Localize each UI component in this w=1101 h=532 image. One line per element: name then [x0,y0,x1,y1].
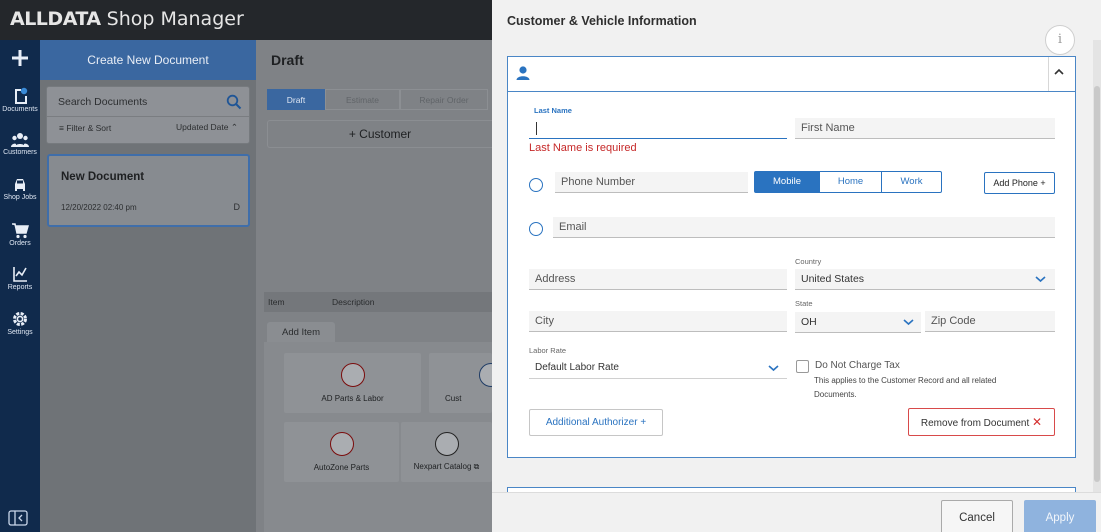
document-date: 12/20/2022 02:40 pm [61,203,137,212]
tax-note-line-2: Documents. [814,390,857,399]
tile-cust[interactable]: Cust [429,353,503,413]
page-title: Draft [271,52,304,68]
tab-repair-order[interactable]: Repair Order [400,89,488,110]
items-table-header: Item Description [264,292,492,312]
document-status: D [233,202,241,212]
labor-rate-label: Labor Rate [529,346,567,355]
reports-icon [13,267,27,282]
country-label: Country [795,257,822,266]
info-icon[interactable]: i [1045,25,1075,55]
phone-number-field[interactable]: Phone Number [555,172,748,193]
nav-item-reports[interactable]: Reports [0,266,40,291]
external-link-icon: ⧉ [473,462,480,471]
do-not-charge-tax-checkbox[interactable] [796,360,809,373]
tab-add-item[interactable]: Add Item [267,322,335,343]
plus-icon: + [1040,178,1046,188]
first-name-field[interactable]: First Name [795,118,1055,139]
state-label: State [795,299,813,308]
chevron-down-icon [1035,274,1046,286]
phone-type-home[interactable]: Home [820,171,882,193]
text-cursor [536,122,537,135]
customer-card [507,56,1076,458]
address-field[interactable]: Address [529,269,787,290]
autozone-logo [329,432,354,456]
phone-type-work[interactable]: Work [882,171,942,193]
add-item-tiles: AD Parts & Labor Cust AutoZone Parts Nex… [264,342,503,532]
tab-draft[interactable]: Draft [267,89,325,110]
do-not-charge-tax-label: Do Not Charge Tax [815,360,900,371]
tax-note-line-1: This applies to the Customer Record and … [814,376,997,385]
nav-item-customers[interactable]: Customers [0,132,40,156]
additional-authorizer-button[interactable]: Additional Authorizer + [529,409,663,436]
close-icon: ✕ [1032,415,1043,429]
tab-estimate[interactable]: Estimate [325,89,400,110]
ad-parts-logo [340,363,365,387]
collapse-sidebar-icon[interactable] [8,510,28,531]
primary-phone-radio[interactable] [529,178,543,192]
panel-title: Customer & Vehicle Information [507,14,697,28]
scrollbar[interactable] [1093,40,1101,492]
last-name-label: Last Name [534,106,572,115]
sort-updated-date[interactable]: Updated Date ⌃ [176,122,238,133]
document-title: New Document [61,171,145,183]
tile-ad-parts-labor[interactable]: AD Parts & Labor [284,353,421,413]
city-field[interactable]: City [529,311,787,332]
cancel-button[interactable]: Cancel [941,500,1013,532]
plus-icon[interactable] [0,48,40,68]
phone-type-mobile[interactable]: Mobile [754,171,820,193]
sort-icon: ⌃ [230,122,238,132]
nav-item-documents[interactable]: Documents [0,87,40,113]
cart-icon [12,223,29,239]
gear-icon [13,312,27,326]
customers-icon [11,133,29,147]
zip-code-field[interactable]: Zip Code [925,311,1055,332]
labor-rate-select[interactable]: Default Labor Rate [529,358,787,379]
app-logo: ALLDATA Shop Manager [10,8,244,30]
country-select[interactable]: United States [795,269,1055,290]
last-name-error: Last Name is required [529,142,637,154]
collapse-chevron-icon[interactable] [1054,67,1064,79]
search-input[interactable]: Search Documents [58,96,147,108]
add-customer-button[interactable]: + Customer [267,120,492,148]
nav-item-settings[interactable]: Settings [0,310,40,336]
create-new-document-button[interactable]: Create New Document [40,40,256,80]
search-icon[interactable] [226,94,242,115]
remove-from-document-button[interactable]: Remove from Document ✕ [908,408,1055,436]
nexpart-logo [434,432,459,456]
document-card[interactable]: New Document 12/20/2022 02:40 pm D [47,154,250,227]
nav-item-orders[interactable]: Orders [0,222,40,247]
email-field[interactable]: Email [553,217,1055,238]
last-name-field[interactable] [529,118,787,139]
plus-icon: + [348,127,360,141]
car-icon [15,179,25,191]
state-select[interactable]: OH [795,312,921,333]
primary-email-radio[interactable] [529,222,543,236]
chevron-down-icon [903,317,914,329]
tile-autozone-parts[interactable]: AutoZone Parts [284,422,399,482]
plus-icon: + [640,417,647,428]
chevron-down-icon [768,363,779,375]
person-icon [515,65,531,86]
customer-card-header [507,56,1076,92]
filter-sort-button[interactable]: ≡ Filter & Sort [59,123,111,133]
add-phone-button[interactable]: Add Phone + [984,172,1055,194]
tile-nexpart-catalog[interactable]: Nexpart Catalog ⧉ [401,422,492,482]
search-documents[interactable]: Search Documents ≡ Filter & Sort Updated… [46,86,250,144]
apply-button[interactable]: Apply [1024,500,1096,532]
documents-icon [15,87,28,104]
nav-item-shop-jobs[interactable]: Shop Jobs [0,177,40,201]
